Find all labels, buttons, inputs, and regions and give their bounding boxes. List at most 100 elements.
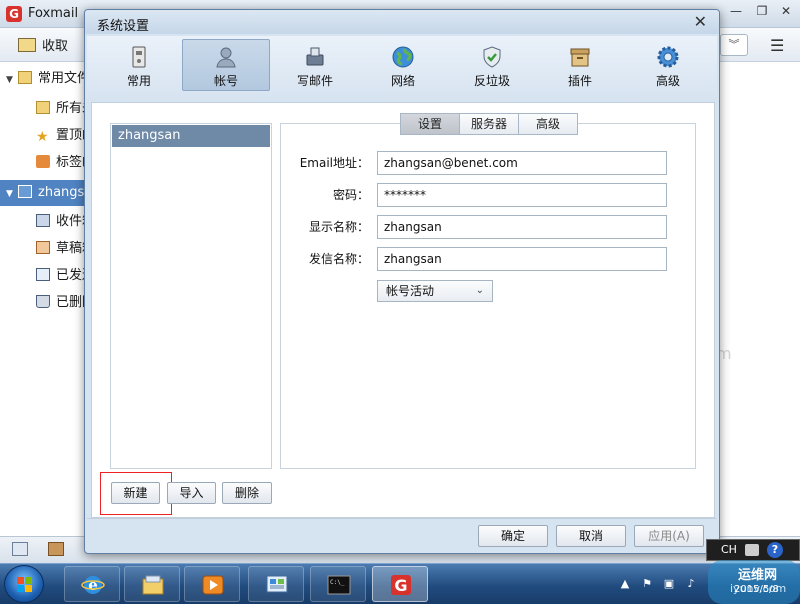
show-hidden-icons-icon[interactable]: ▲ xyxy=(618,577,632,591)
taskbar-explorer[interactable] xyxy=(124,566,180,602)
dialog-footer-divider xyxy=(87,518,717,519)
dialog-close-icon[interactable]: ✕ xyxy=(694,12,707,31)
tab-compose[interactable]: 写邮件 xyxy=(271,39,359,91)
gear-icon xyxy=(657,46,679,68)
receive-button[interactable]: 收取 xyxy=(18,35,68,54)
trash-icon xyxy=(36,295,50,308)
sidebar-item-common-folders[interactable]: ▼ 常用文件 xyxy=(0,66,88,92)
account-status-select[interactable]: 帐号活动 ⌄ xyxy=(377,280,493,302)
menu-icon[interactable]: ☰ xyxy=(770,36,784,55)
taskbar-media-player[interactable] xyxy=(184,566,240,602)
apply-button[interactable]: 应用(A) xyxy=(634,525,704,547)
cancel-button[interactable]: 取消 xyxy=(556,525,626,547)
help-icon[interactable]: ? xyxy=(767,542,783,558)
account-details-panel: 设置 服务器 高级 Email地址： 密码： 显示名称： 发信名称： 帐号活动 … xyxy=(280,113,696,469)
import-account-button[interactable]: 导入 xyxy=(167,482,216,504)
tab-network[interactable]: 网络 xyxy=(359,39,447,91)
network-tray-icon[interactable]: ▣ xyxy=(662,577,676,591)
volume-icon[interactable]: ♪ xyxy=(684,577,698,591)
start-button[interactable] xyxy=(4,565,44,603)
foxmail-icon: G xyxy=(391,575,411,595)
sidebar-item-drafts[interactable]: 草稿箱 xyxy=(0,236,88,262)
taskbar-foxmail[interactable]: G xyxy=(372,566,428,602)
account-settings-body: zhangsan 新建 导入 删除 设置 服务器 高级 Email地址： 密码：… xyxy=(91,102,715,518)
app-title: Foxmail xyxy=(28,6,79,21)
sidebar-item-all-unread[interactable]: 所有未 xyxy=(0,96,88,122)
sidebar-item-inbox[interactable]: 收件箱 xyxy=(0,209,88,235)
sidebar-item-account[interactable]: ▼ zhangsa xyxy=(0,180,88,206)
sidebar-item-starred[interactable]: ★置顶邮 xyxy=(0,123,88,149)
account-folder-icon xyxy=(18,185,32,198)
sender-name-label: 发信名称： xyxy=(308,252,369,266)
sidebar-item-sent[interactable]: 已发送 xyxy=(0,263,88,289)
watermark-name: 运维网 xyxy=(738,568,778,583)
general-icon xyxy=(132,46,146,68)
internet-explorer-icon: e xyxy=(81,576,105,594)
tab-account[interactable]: 帐号 xyxy=(182,39,270,91)
display-name-field[interactable] xyxy=(377,215,667,239)
minimize-icon[interactable]: — xyxy=(726,4,746,22)
email-field[interactable] xyxy=(377,151,667,175)
settings-category-nav: 常用 帐号 写邮件 网络 反垃圾 插件 高级 xyxy=(87,36,717,102)
receive-label: 收取 xyxy=(42,39,69,54)
inbox-icon xyxy=(36,214,50,227)
svg-text:G: G xyxy=(394,576,407,595)
tab-general[interactable]: 常用 xyxy=(95,39,183,91)
display-name-label: 显示名称： xyxy=(308,220,369,234)
foxmail-logo-icon: G xyxy=(6,6,22,22)
password-field[interactable] xyxy=(377,183,667,207)
windows-taskbar: e C:\_ G ▲ ⚑ ▣ ♪ xyxy=(0,563,800,604)
subtab-server[interactable]: 服务器 xyxy=(459,113,519,135)
taskbar-command-prompt[interactable]: C:\_ xyxy=(310,566,366,602)
delete-account-button[interactable]: 删除 xyxy=(222,482,272,504)
sidebar-item-tagged[interactable]: 标签邮 xyxy=(0,150,88,176)
tab-plugins[interactable]: 插件 xyxy=(536,39,624,91)
sender-name-field[interactable] xyxy=(377,247,667,271)
svg-text:C:\_: C:\_ xyxy=(330,579,345,586)
network-icon xyxy=(392,46,414,68)
expand-arrow-icon[interactable]: ▼ xyxy=(6,67,16,92)
folder-sidebar: ▼常用文件 所有未 ★置顶邮 标签邮 ▼zhangsa 收件箱 草稿箱 已发送 … xyxy=(0,62,88,536)
restore-icon[interactable]: ❐ xyxy=(752,4,772,22)
close-icon[interactable]: ✕ xyxy=(776,4,796,22)
inbox-tray-icon xyxy=(18,38,36,52)
windows-logo-icon xyxy=(17,577,33,593)
settings-dialog: 系统设置 ✕ 常用 帐号 写邮件 网络 反垃圾 插件 高级 zhangsan 新… xyxy=(84,9,720,554)
tab-advanced[interactable]: 高级 xyxy=(624,39,712,91)
antispam-shield-icon xyxy=(483,46,501,68)
drafts-icon xyxy=(36,241,50,254)
sent-icon xyxy=(36,268,50,281)
tab-antispam[interactable]: 反垃圾 xyxy=(448,39,536,91)
mail-view-icon[interactable] xyxy=(12,542,28,556)
sidebar-item-trash[interactable]: 已删除 xyxy=(0,290,88,316)
action-center-flag-icon[interactable]: ⚑ xyxy=(640,577,654,591)
language-indicator[interactable]: CH xyxy=(721,543,737,556)
chevron-down-icon[interactable]: ︾ xyxy=(720,34,748,56)
language-bar: CH ? xyxy=(706,539,800,561)
ok-button[interactable]: 确定 xyxy=(478,525,548,547)
subtab-settings[interactable]: 设置 xyxy=(400,113,460,135)
account-list[interactable]: zhangsan xyxy=(110,123,272,469)
account-list-item[interactable]: zhangsan xyxy=(112,125,270,147)
watermark: 运维网 iyunv.com xyxy=(708,560,800,604)
new-account-button[interactable]: 新建 xyxy=(111,482,160,504)
account-icon xyxy=(216,47,236,68)
compose-icon xyxy=(306,47,324,66)
expand-arrow-icon[interactable]: ▼ xyxy=(6,181,16,206)
contacts-icon[interactable] xyxy=(48,542,64,556)
password-label: 密码： xyxy=(332,188,369,202)
taskbar-ie[interactable]: e xyxy=(64,566,120,602)
file-explorer-icon xyxy=(142,575,164,595)
clock-date[interactable]: 2015/5/8 xyxy=(734,584,779,595)
media-player-icon xyxy=(202,575,224,595)
folder-icon xyxy=(36,101,50,114)
star-icon: ★ xyxy=(36,129,49,145)
account-status-value: 帐号活动 xyxy=(386,284,435,298)
svg-text:e: e xyxy=(88,576,98,594)
command-prompt-icon: C:\_ xyxy=(327,575,351,595)
keyboard-icon[interactable] xyxy=(745,544,759,556)
email-label: Email地址： xyxy=(299,156,369,170)
folder-icon xyxy=(18,71,32,84)
taskbar-control-panel[interactable] xyxy=(248,566,304,602)
subtab-advanced[interactable]: 高级 xyxy=(518,113,578,135)
